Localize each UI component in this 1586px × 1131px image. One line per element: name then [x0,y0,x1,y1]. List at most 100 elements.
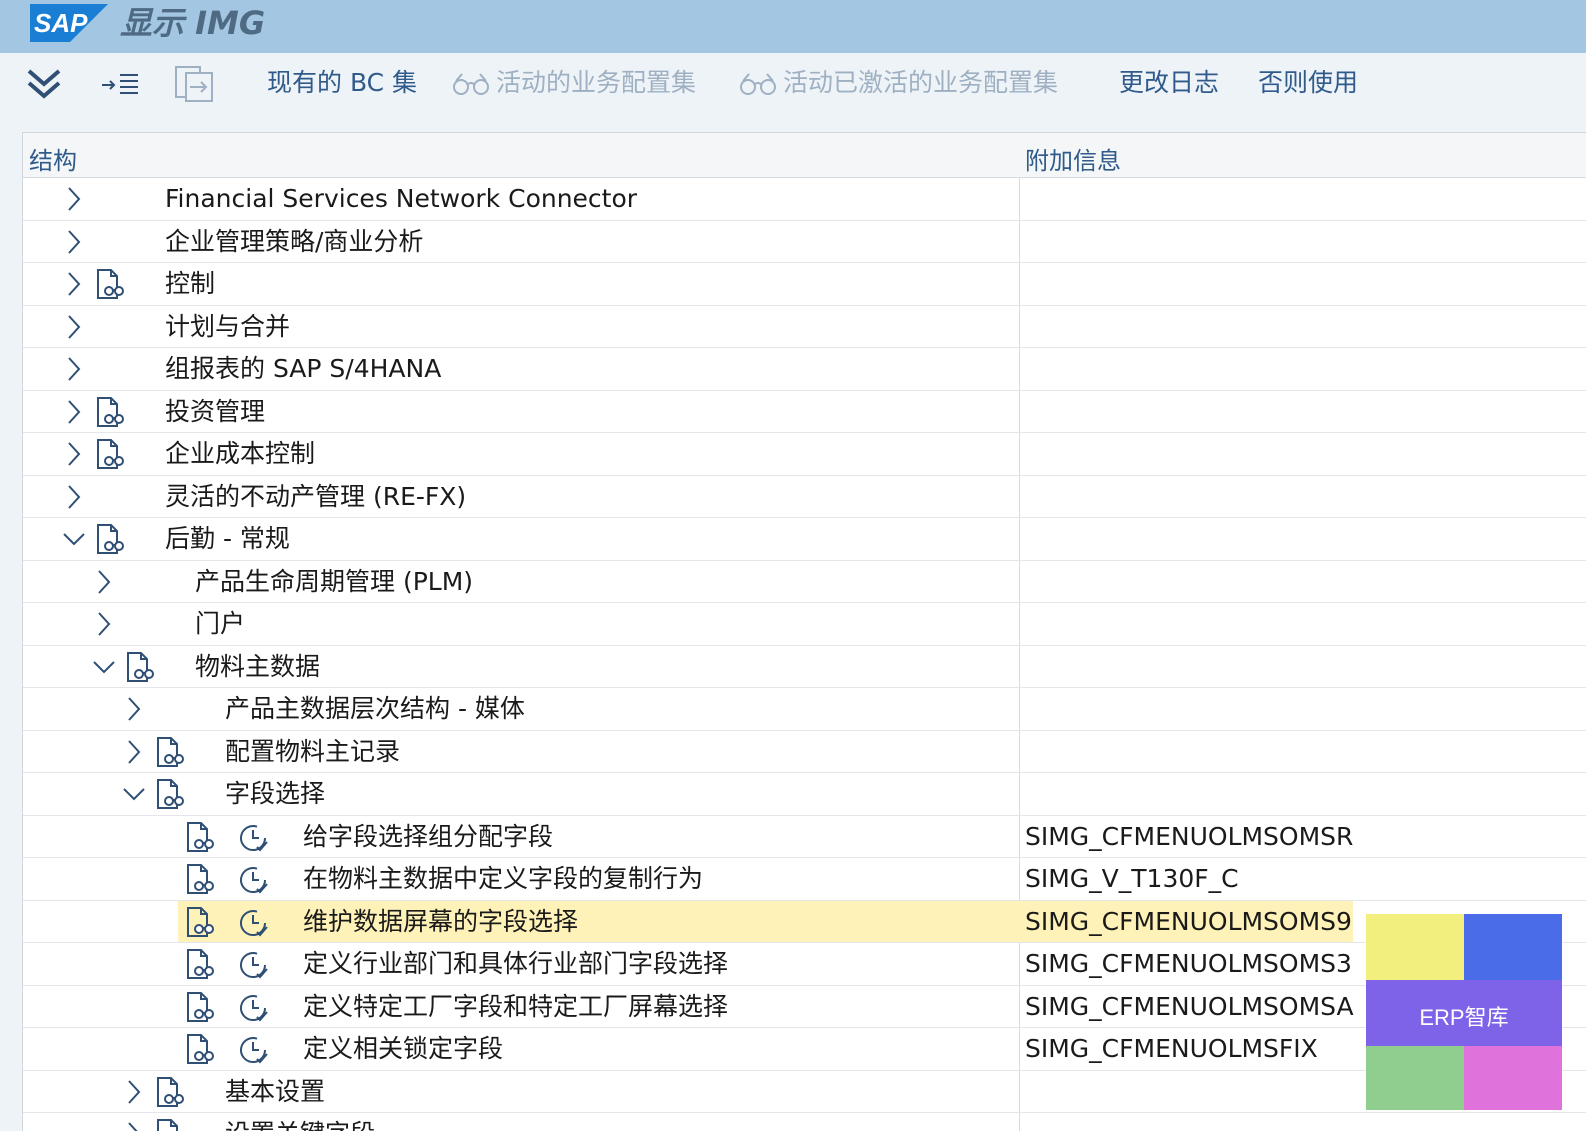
tree-row[interactable]: 计划与合并 [23,306,1586,348]
tree-node-label[interactable]: 物料主数据 [195,651,320,683]
tree-node-label[interactable]: 定义行业部门和具体行业部门字段选择 [303,948,728,980]
tree-node-label[interactable]: 产品主数据层次结构 - 媒体 [225,693,525,725]
tree-node-label[interactable]: 在物料主数据中定义字段的复制行为 [303,863,703,895]
tree-node-label[interactable]: 投资管理 [165,396,265,428]
tree-row[interactable]: 灵活的不动产管理 (RE-FX) [23,476,1586,518]
tree-row[interactable]: 产品主数据层次结构 - 媒体 [23,688,1586,731]
tree-node-label[interactable]: 控制 [165,268,215,300]
tree-node-label[interactable]: 门户 [195,608,245,640]
tree-row[interactable]: 维护数据屏幕的字段选择 SIMG_CFMENUOLMSOMS9 [23,900,1586,943]
tree-row[interactable]: 投资管理 [23,391,1586,433]
column-header-info[interactable]: 附加信息 [1025,141,1121,176]
execute-activity-icon[interactable] [237,949,269,981]
documentation-icon[interactable] [93,268,125,300]
title-bar: SAP 显示 IMG [0,0,1586,53]
sap-logo: SAP [30,4,108,42]
chevron-right-icon[interactable] [63,229,85,255]
active-bc-sets-button[interactable]: 活动的业务配置集 [452,67,696,99]
documentation-icon[interactable] [93,438,125,470]
chevron-right-icon[interactable] [63,271,85,297]
expand-subtree-icon[interactable] [100,71,140,99]
tree-row[interactable]: 配置物料主记录 [23,731,1586,773]
documentation-icon[interactable] [183,991,215,1023]
tree-node-label[interactable]: 配置物料主记录 [225,736,400,768]
tree-node-label[interactable]: Financial Services Network Connector [165,183,637,215]
execute-activity-icon[interactable] [237,822,269,854]
tree-node-label[interactable]: 后勤 - 常规 [165,523,290,555]
tree-row[interactable]: 字段选择 [23,773,1586,816]
documentation-icon[interactable] [183,863,215,895]
execute-activity-icon[interactable] [237,907,269,939]
tree-row[interactable]: 基本设置 [23,1071,1586,1113]
tree-row[interactable]: 在物料主数据中定义字段的复制行为 SIMG_V_T130F_C [23,858,1586,901]
chevron-right-icon[interactable] [63,314,85,340]
otherwise-use-button[interactable]: 否则使用 [1258,67,1358,99]
tree-node-label[interactable]: 维护数据屏幕的字段选择 [303,906,578,938]
tree-row[interactable]: 定义行业部门和具体行业部门字段选择 SIMG_CFMENUOLMSOMS3 [23,943,1586,986]
tree-node-label[interactable]: 字段选择 [225,778,325,810]
execute-activity-icon[interactable] [237,992,269,1024]
tree-row[interactable]: 设置关键字段 [23,1113,1586,1131]
glasses-icon [740,73,776,95]
tree-row[interactable]: Financial Services Network Connector [23,178,1586,221]
tree-node-label[interactable]: 产品生命周期管理 (PLM) [195,566,473,598]
documentation-icon[interactable] [183,821,215,853]
export-icon[interactable] [174,65,214,103]
tree-row[interactable]: 定义特定工厂字段和特定工厂屏幕选择 SIMG_CFMENUOLMSOMSA [23,986,1586,1028]
tree-node-label[interactable]: 企业成本控制 [165,438,315,470]
activated-bc-sets-button[interactable]: 活动已激活的业务配置集 [739,67,1058,99]
chevron-down-icon[interactable] [123,781,145,807]
tree-row[interactable]: 后勤 - 常规 [23,518,1586,561]
chevron-down-icon[interactable] [93,654,115,680]
execute-activity-icon[interactable] [237,1034,269,1066]
documentation-icon[interactable] [183,948,215,980]
chevron-right-icon[interactable] [63,186,85,212]
tree-node-label[interactable]: 给字段选择组分配字段 [303,821,553,853]
chevron-down-icon[interactable] [63,526,85,552]
documentation-icon[interactable] [153,1118,185,1131]
chevron-right-icon[interactable] [63,484,85,510]
tree-row[interactable]: 企业成本控制 [23,433,1586,476]
documentation-icon[interactable] [93,523,125,555]
tree-node-label[interactable]: 灵活的不动产管理 (RE-FX) [165,481,466,513]
page-title: 显示 IMG [120,4,266,42]
documentation-icon[interactable] [123,651,155,683]
tree-row[interactable]: 物料主数据 [23,646,1586,688]
toolbar: 现有的 BC 集 活动的业务配置集 活动已激活的业务配置集 更改日志 否则使用 [0,53,1586,115]
chevron-right-icon[interactable] [123,696,145,722]
chevron-right-icon[interactable] [63,441,85,467]
documentation-icon[interactable] [93,396,125,428]
column-header-structure[interactable]: 结构 [29,141,77,176]
tree-row[interactable]: 定义相关锁定字段 SIMG_CFMENUOLMSFIX [23,1028,1586,1071]
tree-node-info: SIMG_CFMENUOLMSOMS9 [1025,906,1352,936]
tree-node-label[interactable]: 定义相关锁定字段 [303,1033,503,1065]
tree-node-label[interactable]: 设置关键字段 [225,1118,375,1131]
tree-row[interactable]: 控制 [23,263,1586,306]
execute-activity-icon[interactable] [237,864,269,896]
tree-node-label[interactable]: 定义特定工厂字段和特定工厂屏幕选择 [303,991,728,1023]
tree-node-label[interactable]: 基本设置 [225,1076,325,1108]
chevron-right-icon[interactable] [93,569,115,595]
documentation-icon[interactable] [153,736,185,768]
documentation-icon[interactable] [153,778,185,810]
change-log-button[interactable]: 更改日志 [1119,67,1219,99]
tree-node-label[interactable]: 企业管理策略/商业分析 [165,226,423,258]
tree-row[interactable]: 产品生命周期管理 (PLM) [23,561,1586,603]
sap-logo-text: SAP [34,8,88,38]
chevron-right-icon[interactable] [123,739,145,765]
documentation-icon[interactable] [183,1033,215,1065]
chevron-right-icon[interactable] [63,356,85,382]
tree-row[interactable]: 门户 [23,603,1586,646]
documentation-icon[interactable] [153,1076,185,1108]
tree-node-label[interactable]: 计划与合并 [165,311,290,343]
tree-node-label[interactable]: 组报表的 SAP S/4HANA [165,353,441,385]
documentation-icon[interactable] [183,906,215,938]
chevron-right-icon[interactable] [93,611,115,637]
collapse-all-icon[interactable] [26,67,62,101]
existing-bc-sets-button[interactable]: 现有的 BC 集 [267,67,417,99]
chevron-right-icon[interactable] [63,399,85,425]
tree-row[interactable]: 给字段选择组分配字段 SIMG_CFMENUOLMSOMSR [23,816,1586,858]
chevron-right-icon[interactable] [123,1079,145,1105]
tree-row[interactable]: 组报表的 SAP S/4HANA [23,348,1586,391]
tree-row[interactable]: 企业管理策略/商业分析 [23,221,1586,263]
